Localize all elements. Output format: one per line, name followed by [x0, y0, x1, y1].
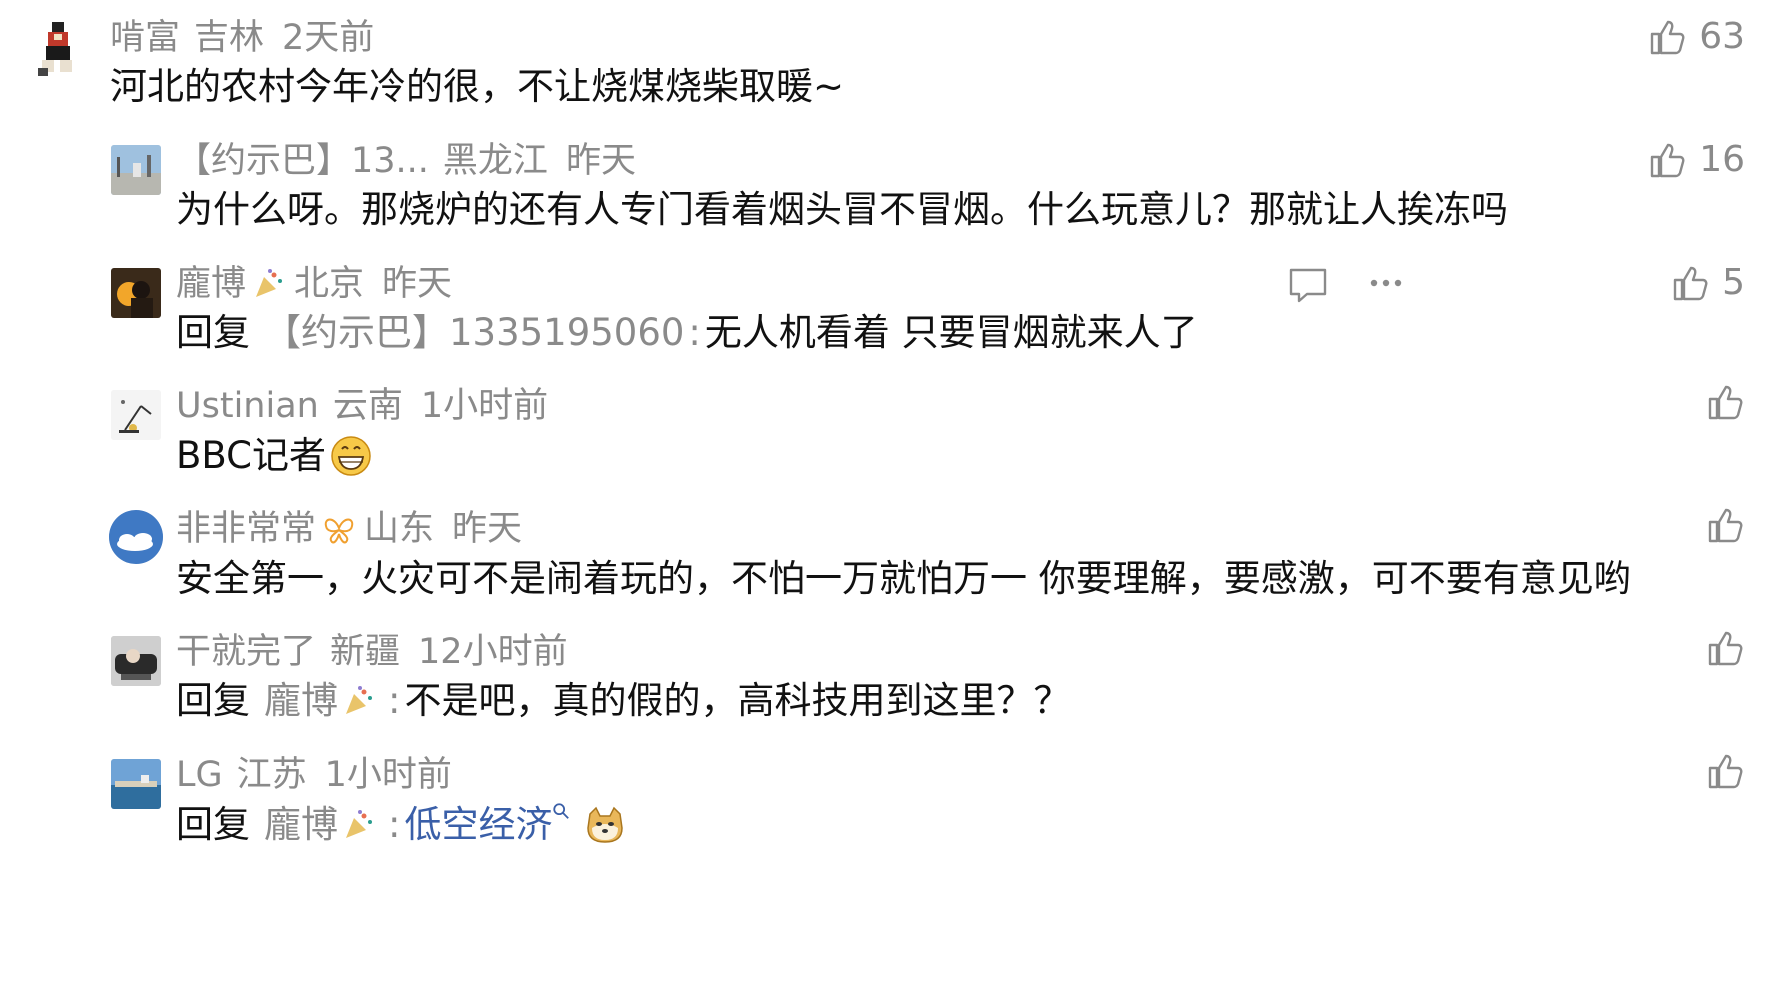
like-button[interactable] [1705, 751, 1745, 791]
thumbs-up-icon [1650, 20, 1685, 55]
avatar[interactable] [111, 759, 161, 809]
timestamp: 昨天 [452, 509, 523, 549]
sky-cloud-avatar-icon [109, 510, 163, 564]
party-popper-icon [256, 269, 283, 297]
like-button[interactable]: 63 [1647, 14, 1745, 60]
username[interactable]: 【约示巴】13... [176, 138, 429, 184]
username[interactable]: 啃富 [110, 15, 180, 61]
username[interactable]: Ustinian [176, 383, 319, 429]
avatar[interactable] [111, 390, 161, 440]
pixel-character-avatar-icon [24, 16, 90, 82]
location: 吉林 [194, 18, 265, 58]
reply-colon: : [388, 803, 401, 846]
like-button[interactable]: 5 [1670, 260, 1745, 306]
timestamp: 1小时前 [420, 386, 549, 426]
reply-target-user[interactable]: 【约示巴】1335195060 [264, 308, 684, 358]
reply-colon: : [388, 679, 401, 722]
reply-target-user[interactable]: 龐博 [264, 676, 338, 726]
like-count: 16 [1699, 139, 1745, 180]
comment-body: 安全第一，火灾可不是闹着玩的，不怕一万就怕万一 你要理解，要感激，可不要有意见哟 [176, 557, 1631, 600]
comment-body: 为什么呀。那烧炉的还有人专门看着烟头冒不冒烟。什么玩意儿？那就让人挨冻吗 [176, 188, 1508, 231]
comment-body: 无人机看着 只要冒烟就来人了 [704, 311, 1198, 354]
like-count: 63 [1699, 16, 1745, 57]
doge-face-icon [587, 806, 624, 843]
comment-meta: 啃富 吉林 2天前 [110, 15, 392, 61]
comment-body: 不是吧，真的假的，高科技用到这里？？ [404, 679, 1071, 722]
street-photo-avatar-icon [111, 145, 161, 195]
comment-meta: 非非常常 山东 昨天 [176, 506, 540, 552]
comment-meta: 干就完了 新疆 12小时前 [176, 629, 586, 675]
dark-portrait-avatar-icon [111, 268, 161, 318]
avatar[interactable] [111, 268, 161, 318]
comment-text: 为什么呀。那烧炉的还有人专门看着烟头冒不冒烟。什么玩意儿？那就让人挨冻吗 [176, 185, 1508, 235]
comment-meta: 龐博 北京 昨天 [176, 261, 470, 307]
comment-reply-icon[interactable] [1287, 264, 1329, 306]
username[interactable]: 龐博 [176, 261, 246, 307]
lamp-sketch-avatar-icon [111, 390, 161, 440]
comment-text: 安全第一，火灾可不是闹着玩的，不怕一万就怕万一 你要理解，要感激，可不要有意见哟 [176, 554, 1631, 604]
timestamp: 2天前 [282, 18, 375, 58]
comment-meta: 【约示巴】13... 黑龙江 昨天 [176, 138, 654, 184]
search-icon[interactable] [552, 802, 570, 820]
comment-body: 河北的农村今年冷的很，不让烧煤烧柴取暖~ [110, 65, 845, 108]
location: 云南 [332, 386, 403, 426]
like-button[interactable]: 16 [1647, 137, 1745, 183]
comment-body: BBC记者 [176, 434, 326, 477]
reply-target-user[interactable]: 龐博 [264, 800, 338, 850]
comment-text: 河北的农村今年冷的很，不让烧煤烧柴取暖~ [110, 62, 844, 112]
topic-link[interactable]: 低空经济 [404, 800, 552, 850]
avatar[interactable] [111, 145, 161, 195]
thumbs-up-icon [1650, 143, 1685, 178]
reply-colon: : [688, 311, 701, 354]
thumbs-up-icon [1673, 266, 1708, 301]
location: 新疆 [330, 632, 401, 672]
comment-meta: Ustinian 云南 1小时前 [176, 383, 566, 429]
butterfly-badge-icon [324, 518, 354, 544]
timestamp: 12小时前 [418, 632, 568, 672]
seaside-avatar-icon [111, 759, 161, 809]
reply-label: 回复 [176, 679, 250, 722]
comment-text: 回复 龐博 : 低空经济 [176, 800, 626, 850]
party-popper-icon [346, 686, 372, 714]
location: 江苏 [236, 755, 307, 795]
avatar[interactable] [109, 510, 163, 564]
like-button[interactable] [1705, 628, 1745, 668]
location: 黑龙江 [442, 141, 548, 181]
location: 山东 [364, 509, 435, 549]
reply-label: 回复 [176, 311, 250, 354]
comment-text: 回复 龐博 : 不是吧，真的假的，高科技用到这里？？ [176, 676, 1070, 726]
username[interactable]: LG [176, 752, 223, 798]
username[interactable]: 干就完了 [176, 629, 316, 675]
thumbs-up-icon [1708, 385, 1743, 420]
grinning-face-icon [331, 436, 371, 476]
timestamp: 昨天 [565, 141, 636, 181]
reply-label: 回复 [176, 803, 250, 846]
comment-meta: LG 江苏 1小时前 [176, 752, 470, 798]
car-photo-avatar-icon [111, 636, 161, 686]
thumbs-up-icon [1708, 631, 1743, 666]
like-button[interactable] [1705, 382, 1745, 422]
party-popper-icon [346, 810, 372, 838]
username[interactable]: 非非常常 [176, 506, 316, 552]
like-count: 5 [1722, 262, 1745, 303]
thumbs-up-icon [1708, 754, 1743, 789]
thumbs-up-icon [1708, 508, 1743, 543]
avatar[interactable] [24, 16, 90, 82]
location: 北京 [294, 264, 365, 304]
like-button[interactable] [1705, 505, 1745, 545]
timestamp: 1小时前 [324, 755, 452, 795]
comment-text: BBC记者 [176, 431, 372, 481]
timestamp: 昨天 [382, 264, 453, 304]
more-options-icon[interactable] [1365, 262, 1407, 304]
comment-text: 回复 【约示巴】1335195060 : 无人机看着 只要冒烟就来人了 [176, 308, 1198, 358]
avatar[interactable] [111, 636, 161, 686]
